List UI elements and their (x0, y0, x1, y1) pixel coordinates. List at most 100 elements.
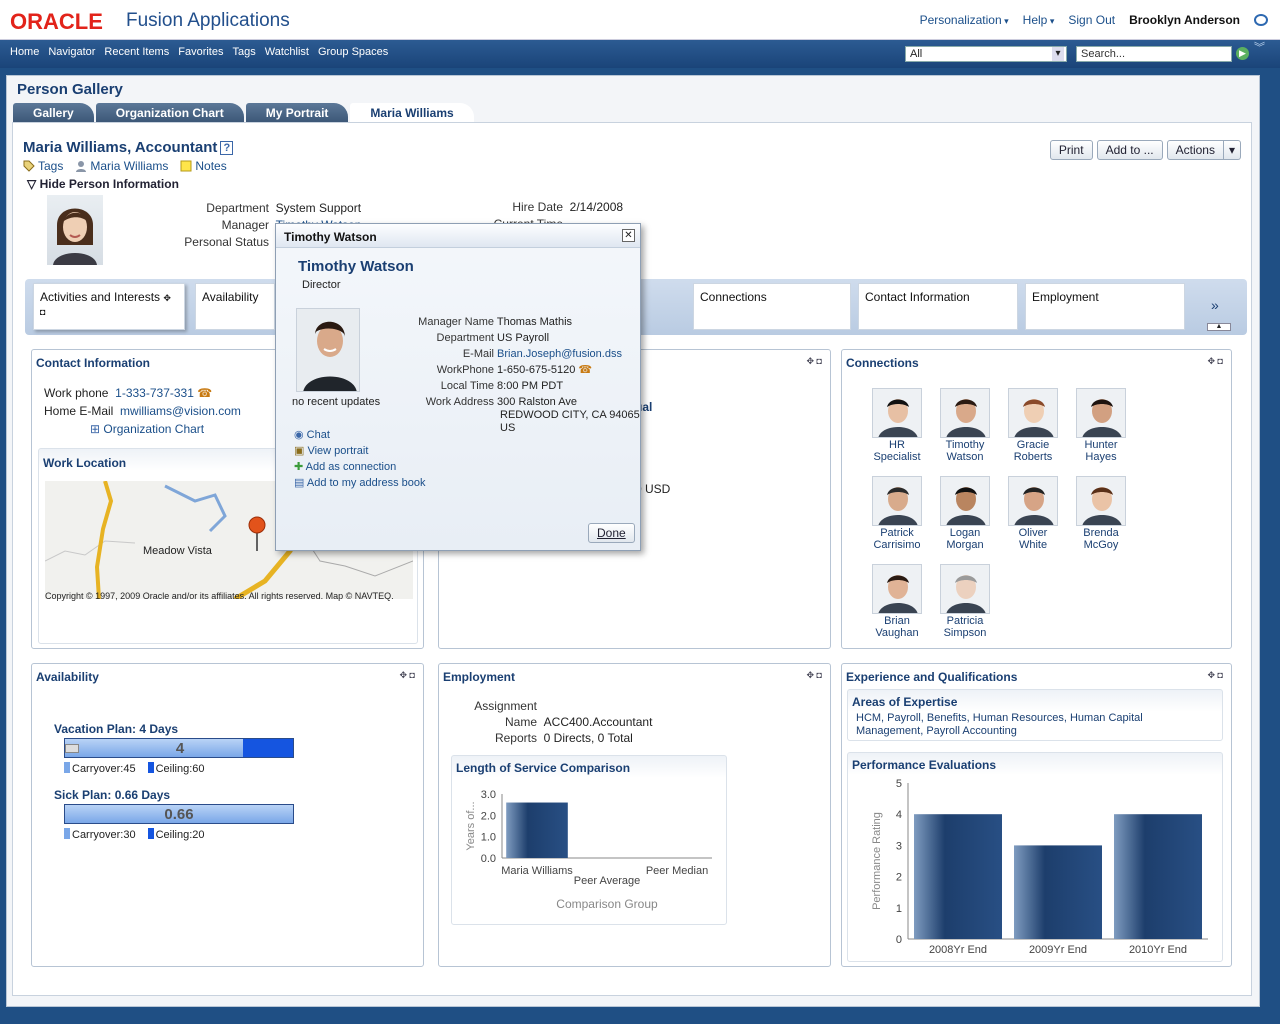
connection-name: Hunter Hayes (1068, 439, 1134, 463)
panel-controls-icon[interactable]: ✥ ◘ (807, 356, 822, 367)
person-link[interactable]: Maria Williams (75, 159, 168, 173)
strip-card-label: Activities and Interests (40, 290, 161, 304)
nav-group-spaces[interactable]: Group Spaces (318, 46, 388, 58)
person-name-title: Maria Williams, Accountant? (23, 139, 234, 156)
strip-collapse-icon[interactable]: ▲ (1207, 323, 1231, 331)
strip-card-availability[interactable]: Availability (195, 283, 275, 330)
popup-field-label: Department (436, 332, 494, 344)
chat-link[interactable]: ◉ Chat (294, 427, 425, 443)
nav-home[interactable]: Home (10, 46, 39, 58)
tab-maria-williams[interactable]: Maria Williams (350, 103, 474, 123)
hire-date-value: 2/14/2008 (569, 200, 624, 214)
connection-name: Gracie Roberts (1000, 439, 1066, 463)
connection-avatar[interactable] (872, 476, 922, 526)
panel-controls-icon[interactable]: ✥ ◘ (400, 670, 415, 681)
done-button[interactable]: Done (588, 523, 635, 543)
hide-person-info-toggle[interactable]: ▽ Hide Person Information (27, 177, 179, 191)
bar (1014, 845, 1102, 939)
connection-avatar[interactable] (872, 564, 922, 614)
x-axis-label: Comparison Group (556, 897, 658, 911)
actions-button[interactable]: Actions (1166, 140, 1224, 160)
help-menu[interactable]: Help (1023, 13, 1055, 27)
phone-icon[interactable]: ☎ (575, 364, 592, 376)
search-scope-select[interactable]: All (905, 46, 1067, 62)
close-icon[interactable]: ✕ (622, 229, 635, 242)
tab-organization-chart[interactable]: Organization Chart (95, 103, 244, 123)
los-chart: 3.0 2.0 1.0 0.0 Maria WilliamsPeer Average Pe… (465, 789, 712, 911)
add-connection-icon: ✚ (294, 461, 304, 473)
x-tick-label: 2010Yr End (1129, 944, 1187, 956)
print-button[interactable]: Print (1049, 140, 1093, 160)
connection-avatar[interactable] (1076, 388, 1126, 438)
search-go-icon[interactable]: ▶ (1236, 47, 1249, 60)
connection-avatar[interactable] (872, 388, 922, 438)
connection-avatar[interactable] (1008, 476, 1058, 526)
nav-navigator[interactable]: Navigator (48, 46, 95, 58)
connection-avatar[interactable] (940, 476, 990, 526)
x-tick-label: 2008Yr End (929, 944, 987, 956)
popup-field-value[interactable]: 1-650-675-5120 (494, 364, 575, 376)
view-portrait-link[interactable]: ▣ View portrait (294, 443, 425, 459)
popup-field-label: E-Mail (462, 348, 494, 360)
connection-card[interactable]: Patricia Simpson (932, 564, 998, 639)
personalization-menu[interactable]: Personalization (920, 13, 1009, 27)
connection-card[interactable]: Gracie Roberts (1000, 388, 1066, 463)
home-email-label: Home E-Mail (44, 404, 114, 418)
address-book-link[interactable]: ▤ Add to my address book (294, 475, 425, 491)
connection-card[interactable]: Logan Morgan (932, 476, 998, 551)
nav-tags[interactable]: Tags (232, 46, 255, 58)
popup-name: Timothy Watson (298, 258, 414, 275)
connection-avatar[interactable] (1008, 388, 1058, 438)
panel-title: Connections (846, 356, 919, 370)
nav-recent-items[interactable]: Recent Items (104, 46, 169, 58)
connection-card[interactable]: Hunter Hayes (1068, 388, 1134, 463)
panel-controls-icon[interactable]: ✥ ◘ (807, 670, 822, 681)
work-phone-value[interactable]: 1-333-737-331 (115, 386, 194, 400)
add-connection-link[interactable]: ✚ Add as connection (294, 459, 425, 475)
connection-card[interactable]: Oliver White (1000, 476, 1066, 551)
connection-card[interactable]: Brenda McGoy (1068, 476, 1134, 551)
tags-link[interactable]: Tags (23, 159, 63, 173)
perf-chart: 5 4 3 2 1 0 2008Yr End 2009Yr End 2010Yr End Perf… (871, 778, 1208, 956)
notes-link[interactable]: Notes (180, 159, 227, 173)
experience-panel: Experience and Qualifications ✥ ◘ Areas … (841, 663, 1232, 967)
popup-field-row: Manager Name Thomas Mathis (396, 314, 622, 330)
connection-avatar[interactable] (940, 388, 990, 438)
tab-gallery[interactable]: Gallery (13, 103, 94, 123)
popup-field-value[interactable]: Brian.Joseph@fusion.dss (494, 348, 622, 360)
nav-watchlist[interactable]: Watchlist (265, 46, 309, 58)
add-to-button[interactable]: Add to ... (1096, 140, 1163, 160)
actions-dropdown-icon[interactable]: ▾ (1223, 140, 1241, 160)
connection-avatar[interactable] (1076, 476, 1126, 526)
double-chevron-icon[interactable]: ︾ (1254, 43, 1265, 54)
panel-controls-icon[interactable]: ✥ ◘ (1208, 670, 1223, 681)
sick-ceiling: Ceiling:20 (147, 828, 205, 841)
popup-field-label: WorkPhone (436, 364, 494, 376)
strip-card-employment[interactable]: Employment (1025, 283, 1185, 330)
connection-card[interactable]: Patrick Carrisimo (864, 476, 930, 551)
strip-card-connections[interactable]: Connections (693, 283, 851, 330)
y-tick-label: 1 (896, 903, 902, 915)
popup-fields: Manager Name Thomas Mathis Department US … (396, 314, 622, 410)
org-chart-link[interactable]: Organization Chart (103, 422, 204, 436)
strip-card-activities[interactable]: Activities and Interests ✥ ◘ (33, 283, 185, 330)
home-email-value[interactable]: mwilliams@vision.com (120, 404, 241, 418)
map-town-label: Meadow Vista (143, 545, 212, 557)
strip-next-icon[interactable]: » (1211, 297, 1219, 313)
connection-card[interactable]: Timothy Watson (932, 388, 998, 463)
help-icon[interactable]: ? (220, 141, 234, 155)
connection-avatar[interactable] (940, 564, 990, 614)
connection-last: Morgan (946, 539, 984, 551)
strip-card-contact-info[interactable]: Contact Information (858, 283, 1018, 330)
connection-first: Timothy (945, 439, 985, 451)
areas-expertise-section: Areas of Expertise HCM, Payroll, Benefit… (847, 689, 1223, 741)
global-header: ORACLE Fusion Applications Personalizati… (0, 0, 1280, 40)
panel-controls-icon[interactable]: ✥ ◘ (1208, 356, 1223, 367)
connection-card[interactable]: Brian Vaughan (864, 564, 930, 639)
phone-icon[interactable]: ☎ (197, 386, 212, 400)
search-input[interactable]: Search... (1076, 46, 1232, 62)
sign-out-link[interactable]: Sign Out (1068, 13, 1115, 27)
nav-favorites[interactable]: Favorites (178, 46, 223, 58)
tab-my-portrait[interactable]: My Portrait (245, 103, 349, 123)
connection-card[interactable]: HR Specialist (864, 388, 930, 463)
